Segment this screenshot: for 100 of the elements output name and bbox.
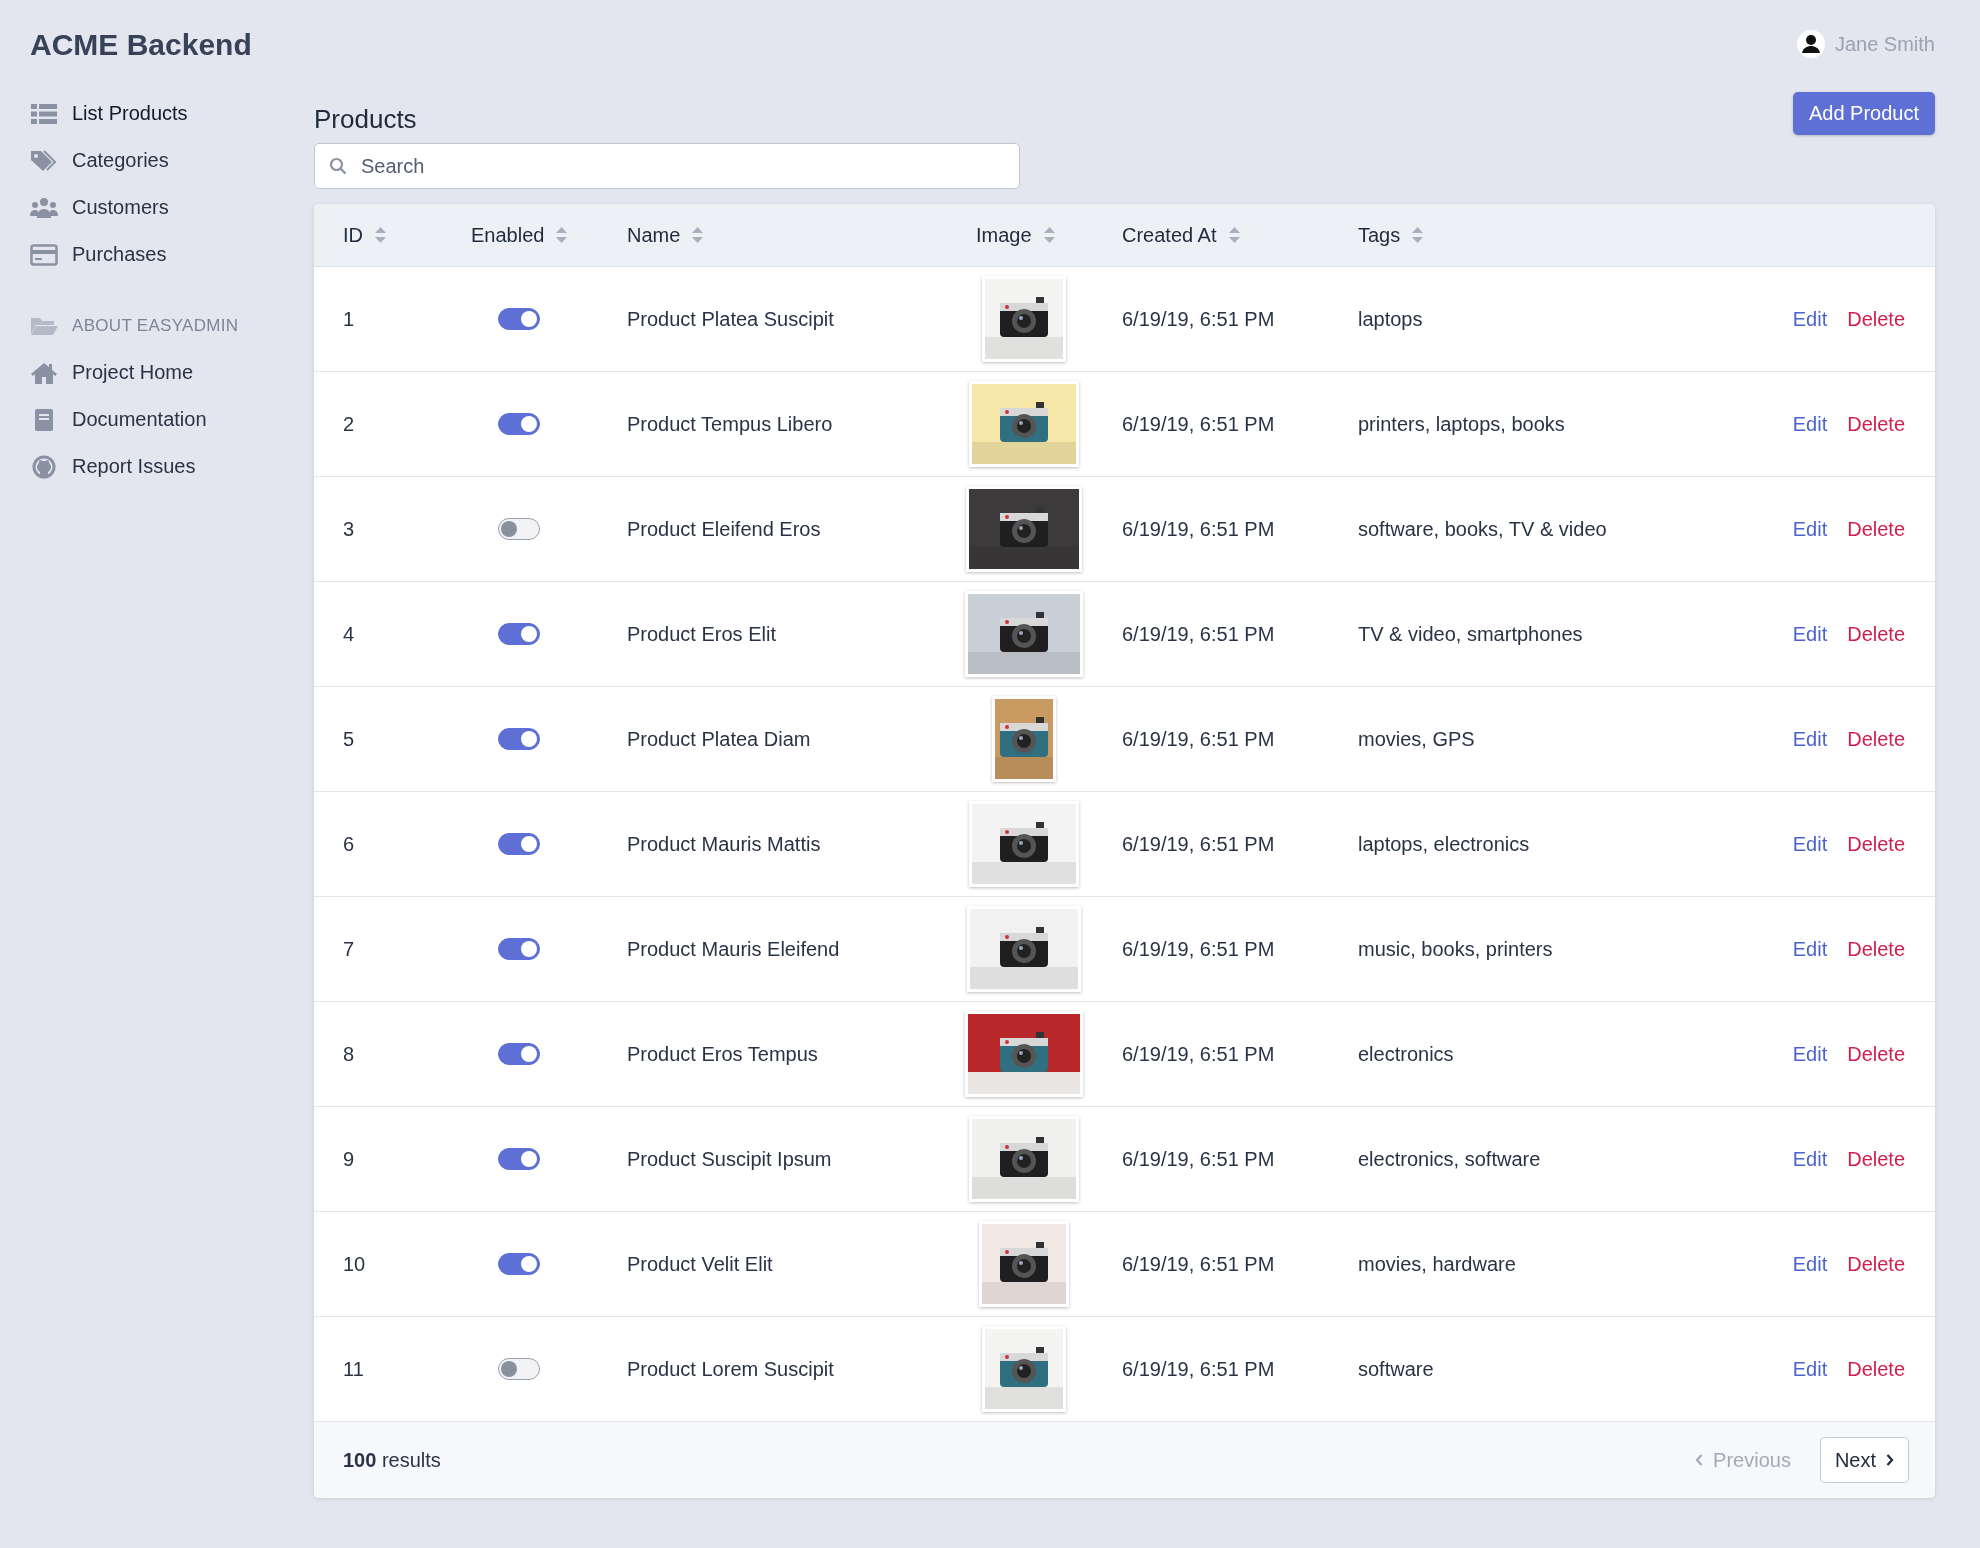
- page-title: Products: [314, 104, 417, 135]
- edit-link[interactable]: Edit: [1792, 517, 1828, 541]
- table-cell-text: Product Lorem Suscipit: [627, 1357, 835, 1381]
- app-title: ACME Backend: [30, 28, 253, 62]
- delete-link[interactable]: Delete: [1847, 937, 1905, 961]
- toggle-switch[interactable]: [498, 308, 540, 330]
- column-header[interactable]: ID: [343, 223, 386, 247]
- table-cell-text: Product Eleifend Eros: [627, 517, 822, 541]
- users-icon: [30, 195, 58, 220]
- table-cell-text: 10: [343, 1252, 367, 1276]
- delete-link[interactable]: Delete: [1847, 1357, 1905, 1381]
- home-icon: [30, 360, 58, 385]
- sidebar-item[interactable]: Categories: [30, 137, 169, 184]
- edit-link[interactable]: Edit: [1792, 307, 1828, 331]
- tags-icon: [30, 148, 58, 173]
- column-header[interactable]: Enabled: [471, 223, 568, 247]
- search-field[interactable]: Search: [314, 143, 1020, 189]
- toggle-switch[interactable]: [498, 728, 540, 750]
- table-cell-text: 6/19/19, 6:51 PM: [1122, 622, 1276, 646]
- table-cell-text: electronics, software: [1358, 1147, 1542, 1171]
- edit-link[interactable]: Edit: [1792, 727, 1828, 751]
- table-cell-text: 9: [343, 1147, 356, 1171]
- column-header[interactable]: Created At: [1122, 223, 1240, 247]
- table-cell-text: software: [1358, 1357, 1435, 1381]
- edit-link[interactable]: Edit: [1792, 832, 1828, 856]
- sidebar-item[interactable]: Purchases: [30, 231, 167, 278]
- sidebar-item[interactable]: Documentation: [30, 396, 207, 443]
- delete-link[interactable]: Delete: [1847, 1252, 1905, 1276]
- edit-link[interactable]: Edit: [1792, 622, 1828, 646]
- delete-link[interactable]: Delete: [1847, 412, 1905, 436]
- table-cell-text: 7: [343, 937, 356, 961]
- sort-icon: [1412, 227, 1424, 243]
- toggle-switch[interactable]: [498, 518, 540, 540]
- toggle-switch[interactable]: [498, 623, 540, 645]
- toggle-switch[interactable]: [498, 938, 540, 960]
- column-header[interactable]: Tags: [1358, 223, 1424, 247]
- toggle-switch[interactable]: [498, 413, 540, 435]
- toggle-switch[interactable]: [498, 1043, 540, 1065]
- column-header[interactable]: Image: [976, 223, 1055, 247]
- results-count: 100 results: [343, 1448, 441, 1472]
- chevron-left-icon: [1695, 1454, 1704, 1466]
- table-cell-text: 3: [343, 517, 356, 541]
- table-cell-text: 4: [343, 622, 356, 646]
- github-icon: [30, 454, 58, 479]
- chevron-right-icon: [1886, 1454, 1894, 1466]
- edit-link[interactable]: Edit: [1792, 1357, 1828, 1381]
- table-cell-text: laptops: [1358, 307, 1424, 331]
- table-cell-text: laptops, electronics: [1358, 832, 1531, 856]
- table-cell-text: music, books, printers: [1358, 937, 1554, 961]
- edit-link[interactable]: Edit: [1792, 412, 1828, 436]
- edit-link[interactable]: Edit: [1792, 1042, 1828, 1066]
- table-cell-text: 6/19/19, 6:51 PM: [1122, 412, 1276, 436]
- table-cell-text: TV & video, smartphones: [1358, 622, 1584, 646]
- section-heading: ABOUT EASYADMIN: [72, 315, 239, 336]
- table-cell-text: movies, hardware: [1358, 1252, 1517, 1276]
- table-cell-text: Product Mauris Mattis: [627, 832, 822, 856]
- table-cell-text: 1: [343, 307, 356, 331]
- table-cell-text: electronics: [1358, 1042, 1455, 1066]
- edit-link[interactable]: Edit: [1792, 1147, 1828, 1171]
- edit-link[interactable]: Edit: [1792, 937, 1828, 961]
- table-cell-text: 6/19/19, 6:51 PM: [1122, 1147, 1276, 1171]
- toggle-switch[interactable]: [498, 1358, 540, 1380]
- table-cell-text: movies, GPS: [1358, 727, 1476, 751]
- next-button[interactable]: Next: [1819, 1437, 1909, 1483]
- sidebar-item[interactable]: Customers: [30, 184, 169, 231]
- table-cell-text: software, books, TV & video: [1358, 517, 1608, 541]
- delete-link[interactable]: Delete: [1847, 307, 1905, 331]
- table-cell-text: 6: [343, 832, 356, 856]
- delete-link[interactable]: Delete: [1847, 727, 1905, 751]
- table-cell-text: Product Velit Elit: [627, 1252, 774, 1276]
- table-cell-text: 8: [343, 1042, 356, 1066]
- table-cell-text: 6/19/19, 6:51 PM: [1122, 937, 1276, 961]
- delete-link[interactable]: Delete: [1847, 517, 1905, 541]
- table-cell-text: Product Tempus Libero: [627, 412, 834, 436]
- toggle-switch[interactable]: [498, 833, 540, 855]
- delete-link[interactable]: Delete: [1847, 622, 1905, 646]
- delete-link[interactable]: Delete: [1847, 1042, 1905, 1066]
- table-cell-text: 6/19/19, 6:51 PM: [1122, 1357, 1276, 1381]
- sort-icon: [692, 227, 704, 243]
- search-icon: [329, 157, 347, 175]
- table-cell-text: 6/19/19, 6:51 PM: [1122, 1252, 1276, 1276]
- table-cell-text: 2: [343, 412, 356, 436]
- list-icon: [30, 101, 58, 126]
- delete-link[interactable]: Delete: [1847, 832, 1905, 856]
- delete-link[interactable]: Delete: [1847, 1147, 1905, 1171]
- table-cell-text: Product Platea Suscipit: [627, 307, 835, 331]
- table-cell-text: 11: [343, 1357, 365, 1381]
- edit-link[interactable]: Edit: [1792, 1252, 1828, 1276]
- table-cell-text: printers, laptops, books: [1358, 412, 1566, 436]
- sidebar-item[interactable]: Project Home: [30, 349, 194, 396]
- table-cell-text: Product Eros Elit: [627, 622, 777, 646]
- add-product-button[interactable]: Add Product: [1792, 92, 1935, 135]
- column-header[interactable]: Name: [627, 223, 704, 247]
- table-cell-text: Product Suscipit Ipsum: [627, 1147, 833, 1171]
- toggle-switch[interactable]: [498, 1148, 540, 1170]
- toggle-switch[interactable]: [498, 1253, 540, 1275]
- sidebar-item[interactable]: Report Issues: [30, 443, 196, 490]
- table-cell-text: 6/19/19, 6:51 PM: [1122, 1042, 1276, 1066]
- sort-icon: [1228, 227, 1240, 243]
- sidebar-item[interactable]: List Products: [30, 90, 188, 137]
